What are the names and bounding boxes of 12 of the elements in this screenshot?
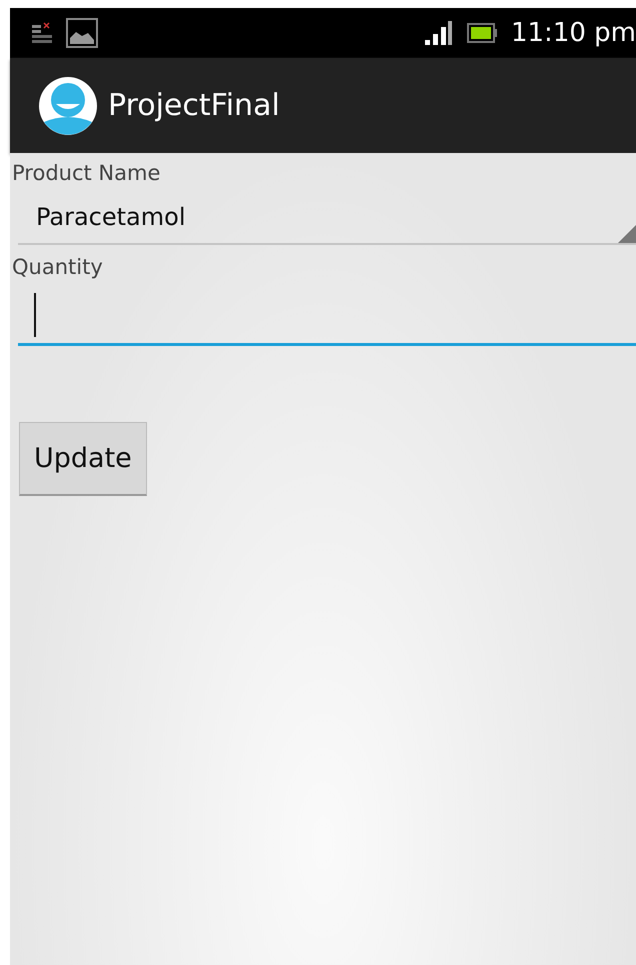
app-title: ProjectFinal [108, 88, 280, 123]
app-logo-icon [38, 76, 98, 136]
image-icon [66, 18, 98, 48]
dropdown-triangle-icon [618, 225, 636, 243]
field-label: Product Name [11, 161, 160, 185]
product-dropdown[interactable]: Paracetamol [18, 191, 636, 245]
update-button[interactable]: Update [19, 422, 147, 496]
notification-icon [32, 22, 52, 44]
signal-icon [424, 21, 453, 45]
field-label: Quantity [11, 255, 103, 279]
battery-icon [466, 22, 497, 44]
status-time: 11:10 pm [510, 18, 636, 48]
